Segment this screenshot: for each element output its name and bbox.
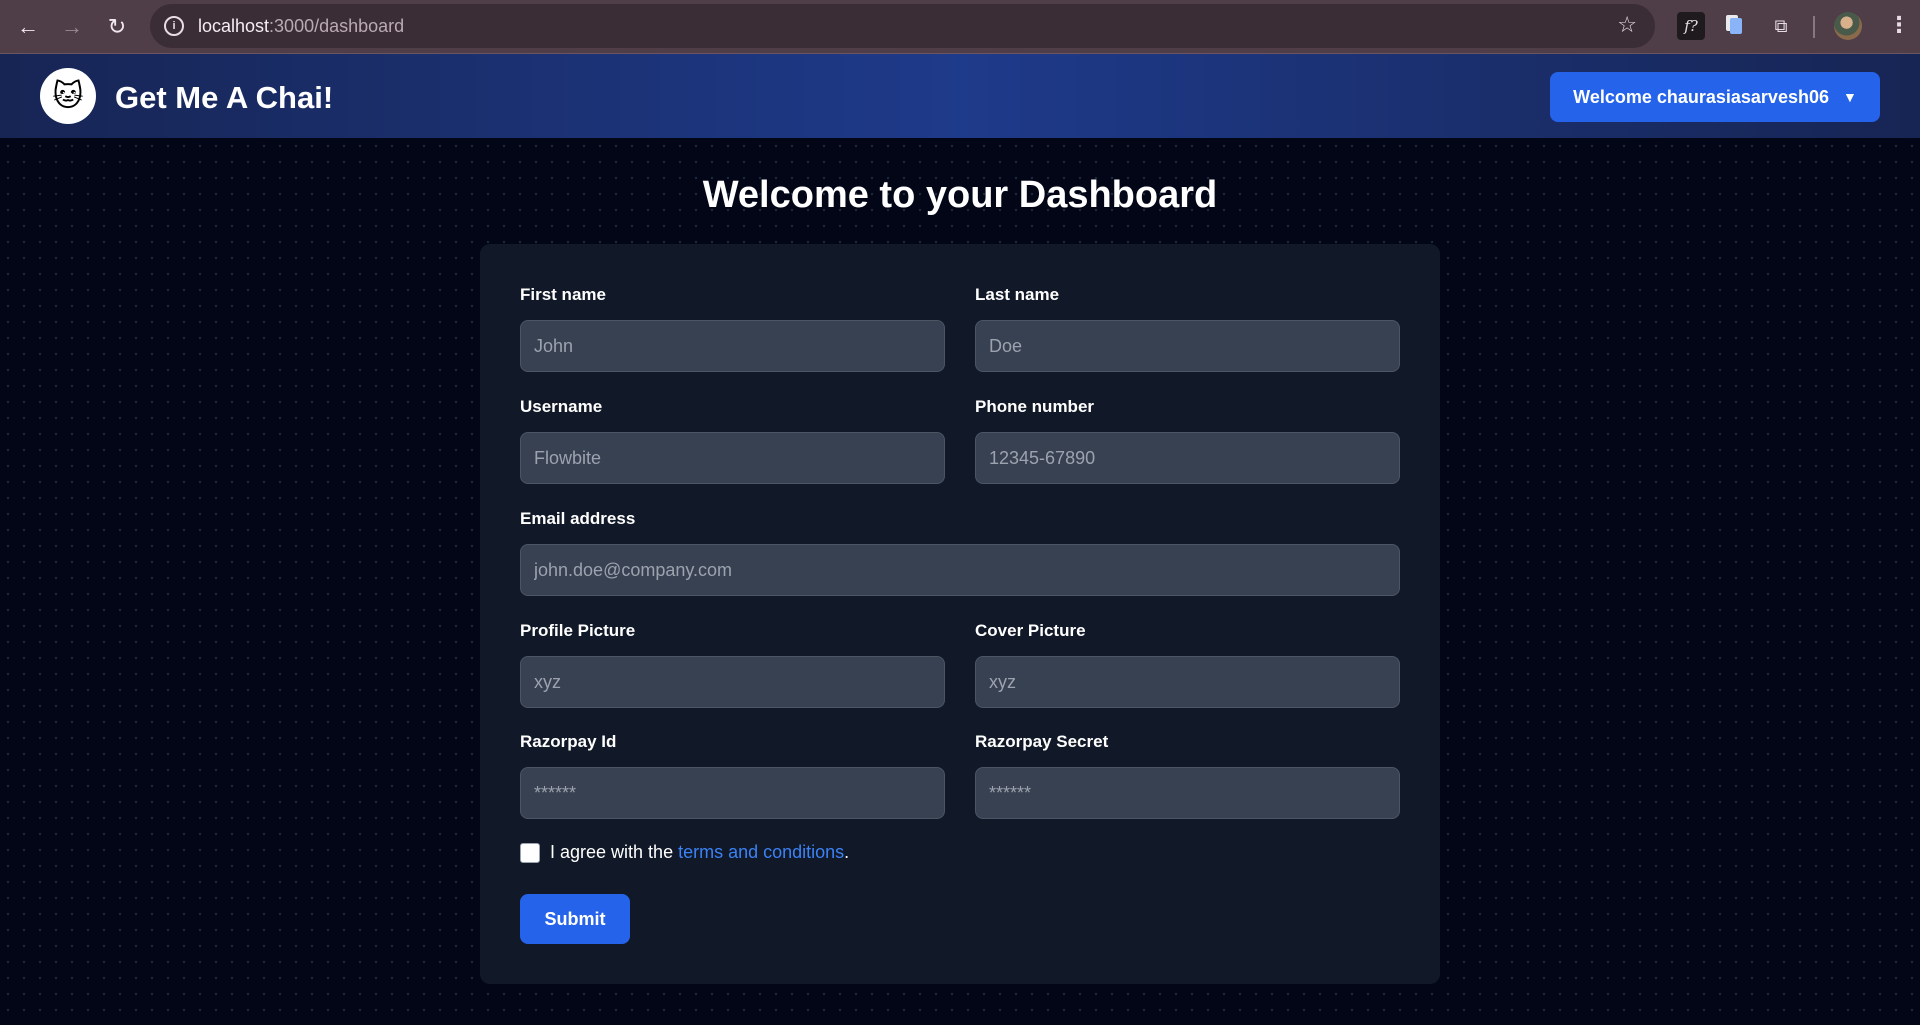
browser-toolbar: ← → ↻ i localhost:3000/dashboard ☆ f? ⧉ …: [0, 0, 1920, 54]
url-text[interactable]: localhost:3000/dashboard: [198, 16, 404, 37]
last-name-label: Last name: [975, 285, 1060, 304]
razorpay-secret-label: Razorpay Secret: [975, 732, 1109, 751]
brand-title[interactable]: Get Me A Chai!: [115, 80, 333, 116]
email-label: Email address: [520, 509, 636, 528]
site-info-icon[interactable]: i: [164, 16, 184, 36]
address-bar[interactable]: i localhost:3000/dashboard ☆: [150, 4, 1655, 48]
profile-avatar[interactable]: [1834, 12, 1862, 40]
forward-icon[interactable]: →: [52, 7, 92, 47]
bookmark-star-icon[interactable]: ☆: [1617, 12, 1637, 38]
chevron-down-icon: ▼: [1842, 89, 1857, 105]
phone-group: Phone number: [975, 397, 1400, 484]
terms-link[interactable]: terms and conditions: [678, 842, 844, 862]
razorpay-id-input[interactable]: [520, 767, 945, 819]
phone-input[interactable]: [975, 432, 1400, 484]
logo-icon[interactable]: 🐱: [40, 68, 96, 124]
app-navbar: 🐱 Get Me A Chai! Welcome chaurasiasarves…: [0, 54, 1920, 138]
phone-label: Phone number: [975, 397, 1095, 416]
cover-picture-group: Cover Picture: [975, 621, 1400, 708]
razorpay-id-label: Razorpay Id: [520, 732, 617, 751]
cover-picture-label: Cover Picture: [975, 621, 1086, 640]
extensions-puzzle-icon[interactable]: ⧉: [1767, 12, 1795, 40]
razorpay-secret-input[interactable]: [975, 767, 1400, 819]
back-icon[interactable]: ←: [8, 7, 48, 47]
url-path: :3000/dashboard: [269, 15, 405, 36]
url-host: localhost: [198, 15, 270, 36]
username-group: Username: [520, 397, 945, 484]
username-label: Username: [520, 397, 603, 416]
terms-suffix: .: [844, 842, 850, 862]
profile-form: First name Last name Username Phone numb…: [480, 244, 1440, 984]
first-name-label: First name: [520, 285, 606, 304]
user-menu-button[interactable]: Welcome chaurasiasarvesh06 ▼: [1550, 72, 1880, 122]
last-name-input[interactable]: [975, 320, 1400, 372]
terms-agreement: I agree with the terms and conditions.: [520, 842, 849, 863]
toolbar-divider: [1813, 16, 1815, 38]
terms-checkbox[interactable]: [520, 842, 540, 863]
browser-menu-icon[interactable]: ⋮: [1888, 12, 1910, 38]
extension-fx-icon[interactable]: f?: [1677, 12, 1705, 40]
dashboard-main: Welcome to your Dashboard First name Las…: [0, 138, 1920, 1025]
profile-picture-input[interactable]: [520, 656, 945, 708]
user-menu-label: Welcome chaurasiasarvesh06: [1573, 86, 1829, 107]
cover-picture-input[interactable]: [975, 656, 1400, 708]
terms-prefix: I agree with the: [550, 842, 679, 862]
first-name-group: First name: [520, 285, 945, 372]
reload-icon[interactable]: ↻: [97, 7, 137, 47]
profile-picture-group: Profile Picture: [520, 621, 945, 708]
submit-button[interactable]: Submit: [520, 894, 630, 944]
username-input[interactable]: [520, 432, 945, 484]
first-name-input[interactable]: [520, 320, 945, 372]
razorpay-secret-group: Razorpay Secret: [975, 732, 1400, 819]
email-input[interactable]: [520, 544, 1400, 596]
email-group: Email address: [520, 509, 1400, 596]
razorpay-id-group: Razorpay Id: [520, 732, 945, 819]
profile-picture-label: Profile Picture: [520, 621, 636, 640]
last-name-group: Last name: [975, 285, 1400, 372]
extension-copy-icon[interactable]: [1722, 12, 1750, 40]
page-title: Welcome to your Dashboard: [702, 174, 1218, 216]
